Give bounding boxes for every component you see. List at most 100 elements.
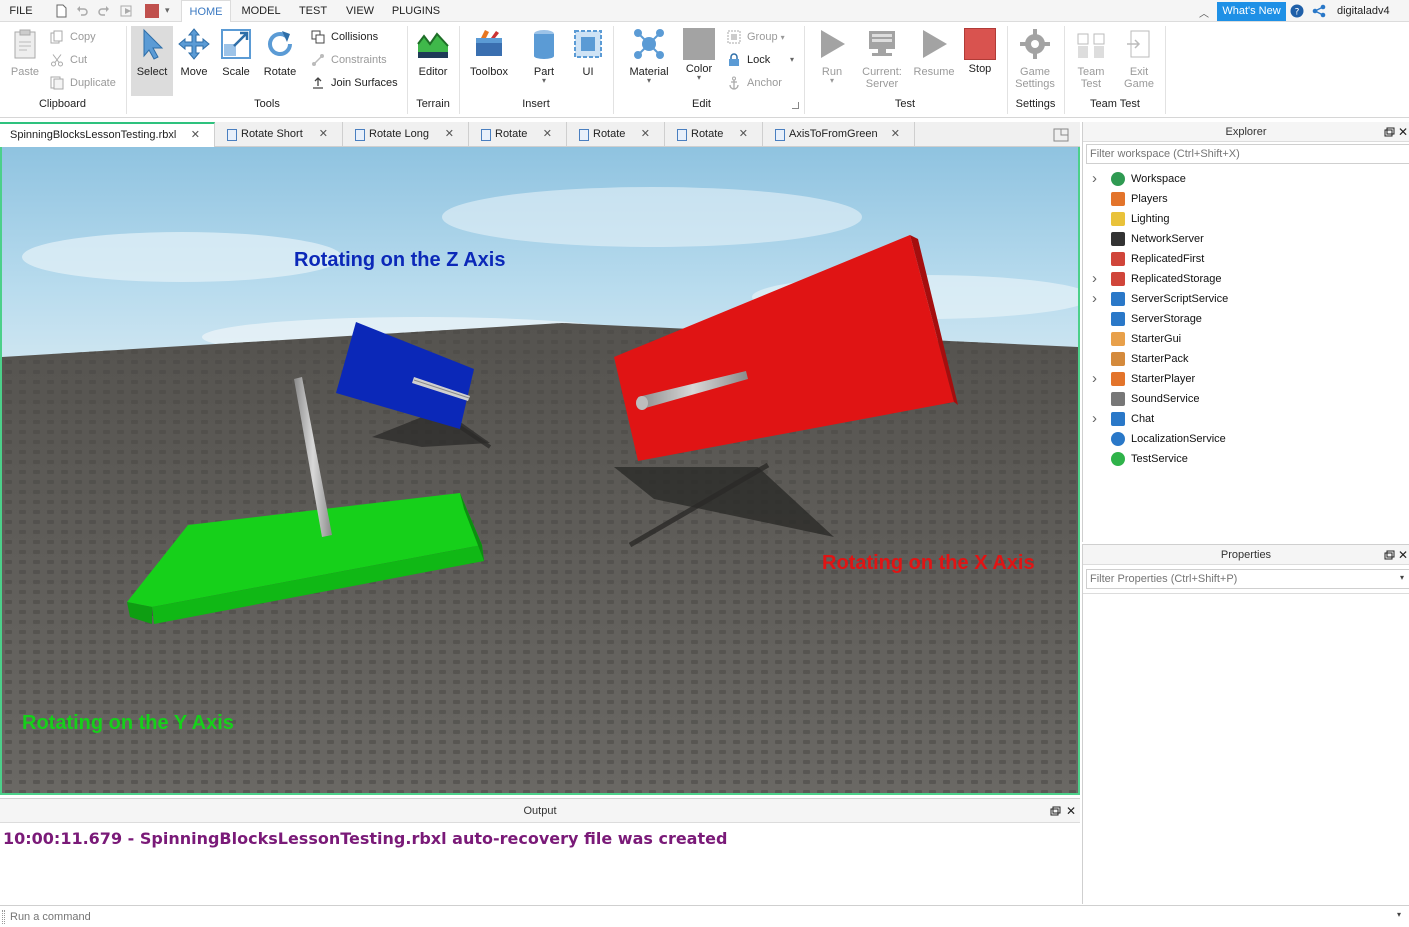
share-icon[interactable] — [1312, 4, 1326, 18]
stop-small-icon[interactable] — [145, 4, 159, 18]
move-tool-button[interactable]: Move — [175, 26, 213, 78]
explorer-item[interactable]: Lighting — [1083, 209, 1409, 229]
3d-viewport[interactable]: Rotating on the Z Axis Rotating on the X… — [0, 147, 1080, 795]
doc-tab-script[interactable]: Rotate Long ✕ — [343, 122, 469, 147]
team-test-button[interactable]: Team Test — [1070, 26, 1112, 90]
properties-filter-input[interactable] — [1086, 569, 1409, 589]
paste-button[interactable]: Paste — [5, 26, 45, 78]
whats-new-button[interactable]: What's New — [1217, 2, 1286, 21]
resume-button[interactable]: Resume — [911, 26, 957, 78]
explorer-item[interactable]: ServerStorage — [1083, 309, 1409, 329]
doc-tab-script[interactable]: Rotate ✕ — [665, 122, 763, 147]
tab-test[interactable]: TEST — [293, 0, 333, 22]
run-button[interactable]: Run ▾ — [812, 26, 852, 85]
explorer-item[interactable]: StarterPack — [1083, 349, 1409, 369]
scale-tool-button[interactable]: Scale — [217, 26, 255, 78]
explorer-filter-input[interactable] — [1086, 144, 1409, 164]
explorer-item[interactable]: › Chat — [1083, 409, 1409, 429]
exit-game-button[interactable]: Exit Game — [1118, 26, 1160, 90]
anchor-button[interactable]: Anchor — [727, 74, 782, 92]
play-small-icon[interactable] — [120, 4, 134, 18]
explorer-item[interactable]: StarterGui — [1083, 329, 1409, 349]
explorer-item[interactable]: Players — [1083, 189, 1409, 209]
close-tab-icon[interactable]: ✕ — [191, 124, 200, 146]
explorer-item[interactable]: ReplicatedFirst — [1083, 249, 1409, 269]
explorer-item-label: Chat — [1131, 413, 1155, 425]
float-panel-icon[interactable] — [1050, 806, 1061, 816]
explorer-item[interactable]: LocalizationService — [1083, 429, 1409, 449]
doc-tab-script[interactable]: Rotate ✕ — [469, 122, 567, 147]
explorer-item[interactable]: SoundService — [1083, 389, 1409, 409]
undo-icon[interactable] — [75, 4, 89, 18]
close-tab-icon[interactable]: ✕ — [641, 122, 650, 147]
color-button[interactable]: Color ▾ — [680, 26, 718, 82]
close-panel-icon[interactable]: ✕ — [1398, 545, 1408, 565]
edit-dialog-launcher-icon[interactable] — [792, 102, 799, 109]
part-button[interactable]: Part ▾ — [524, 26, 564, 85]
doc-tab-place[interactable]: SpinningBlocksLessonTesting.rbxl ✕ — [0, 122, 215, 147]
properties-header: Properties — [1083, 545, 1409, 565]
command-dropdown-icon[interactable]: ▾ — [1397, 910, 1401, 919]
user-name[interactable]: digitaladv4 — [1337, 0, 1390, 22]
tab-view[interactable]: VIEW — [340, 0, 380, 22]
chevron-right-icon[interactable]: › — [1092, 169, 1102, 189]
ui-button[interactable]: UI — [570, 26, 606, 78]
close-tab-icon[interactable]: ✕ — [445, 122, 454, 147]
explorer-item-label: ServerStorage — [1131, 313, 1202, 325]
close-panel-icon[interactable]: ✕ — [1398, 122, 1408, 142]
tab-model[interactable]: MODEL — [236, 0, 286, 22]
server-storage-icon — [1111, 312, 1125, 326]
copy-button[interactable]: Copy — [50, 28, 96, 46]
current-server-button[interactable]: Current: Server — [858, 26, 906, 90]
tab-home[interactable]: HOME — [181, 0, 231, 23]
toolbox-button[interactable]: Toolbox — [464, 26, 514, 78]
explorer-item[interactable]: TestService — [1083, 449, 1409, 469]
float-panel-icon[interactable] — [1384, 550, 1395, 560]
chevron-right-icon[interactable]: › — [1092, 289, 1102, 309]
quick-access-dropdown-icon[interactable]: ▾ — [165, 5, 170, 16]
float-panel-icon[interactable] — [1384, 127, 1395, 137]
close-tab-icon[interactable]: ✕ — [319, 122, 328, 147]
insert-group-label: Insert — [522, 98, 550, 110]
command-input[interactable] — [10, 908, 1390, 926]
terrain-editor-button[interactable]: Editor — [412, 26, 454, 78]
doc-tab-script[interactable]: AxisToFromGreen ✕ — [763, 122, 915, 147]
duplicate-button[interactable]: Duplicate — [50, 74, 116, 92]
run-play-icon — [821, 30, 845, 58]
redo-icon[interactable] — [97, 4, 111, 18]
constraints-toggle[interactable]: Constraints — [311, 51, 387, 69]
lock-dropdown-icon[interactable]: ▾ — [790, 55, 794, 64]
rotate-tool-button[interactable]: Rotate — [259, 26, 301, 78]
new-file-icon[interactable] — [54, 4, 68, 18]
group-button[interactable]: Group ▾ — [727, 28, 785, 46]
collapse-ribbon-icon[interactable]: ︿ — [1199, 5, 1209, 20]
explorer-item[interactable]: › ReplicatedStorage — [1083, 269, 1409, 289]
doc-tab-script[interactable]: Rotate ✕ — [567, 122, 665, 147]
explorer-item[interactable]: NetworkServer — [1083, 229, 1409, 249]
collisions-toggle[interactable]: Collisions — [311, 28, 378, 46]
help-icon[interactable]: ? — [1290, 4, 1304, 18]
chevron-right-icon[interactable]: › — [1092, 269, 1102, 289]
tab-plugins[interactable]: PLUGINS — [388, 0, 444, 22]
lock-button[interactable]: Lock — [727, 51, 770, 69]
explorer-item[interactable]: › ServerScriptService — [1083, 289, 1409, 309]
chevron-right-icon[interactable]: › — [1092, 409, 1102, 429]
file-menu[interactable]: FILE — [4, 0, 38, 22]
restore-view-icon[interactable] — [1053, 128, 1069, 142]
stop-button[interactable]: Stop — [962, 26, 998, 75]
explorer-item[interactable]: › StarterPlayer — [1083, 369, 1409, 389]
select-tool-button[interactable]: Select — [131, 26, 173, 96]
cut-button[interactable]: Cut — [50, 51, 87, 69]
close-tab-icon[interactable]: ✕ — [739, 122, 748, 147]
join-surfaces-toggle[interactable]: Join Surfaces — [311, 74, 398, 92]
close-tab-icon[interactable]: ✕ — [543, 122, 552, 147]
explorer-item-label: ReplicatedStorage — [1131, 273, 1222, 285]
doc-tab-script[interactable]: Rotate Short ✕ — [215, 122, 343, 147]
chevron-right-icon[interactable]: › — [1092, 369, 1102, 389]
explorer-item[interactable]: › Workspace — [1083, 169, 1409, 189]
material-button[interactable]: Material ▾ — [626, 26, 672, 85]
close-panel-icon[interactable]: ✕ — [1066, 799, 1076, 823]
close-tab-icon[interactable]: ✕ — [891, 122, 900, 147]
properties-filter-dropdown-icon[interactable]: ▾ — [1400, 573, 1404, 582]
game-settings-button[interactable]: Game Settings — [1012, 26, 1058, 90]
